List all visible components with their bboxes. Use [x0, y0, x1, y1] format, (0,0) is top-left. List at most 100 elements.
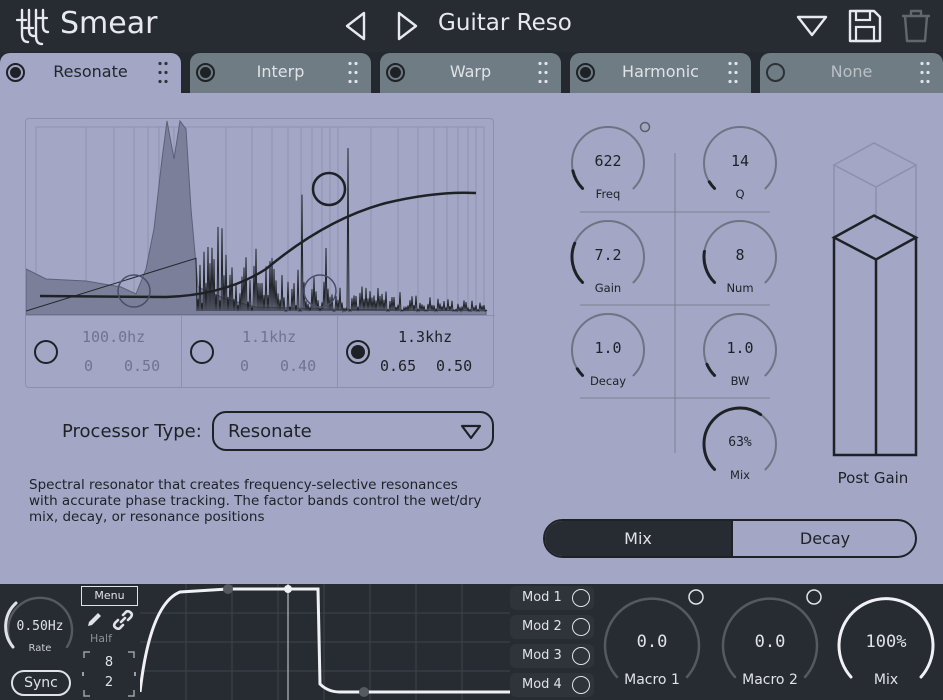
mod-1-target[interactable] — [572, 589, 590, 607]
mod-1-label: Mod 1 — [522, 590, 562, 605]
bw-value: 1.0 — [726, 339, 754, 357]
mod-3-target[interactable] — [572, 647, 590, 665]
macro-1-label: Macro 1 — [624, 672, 680, 688]
gain-value: 7.2 — [594, 246, 622, 264]
bw-knob[interactable]: 1.0 BW — [700, 310, 780, 390]
mod-2-label: Mod 2 — [522, 619, 562, 634]
processor-type-label: Processor Type: — [62, 421, 202, 442]
band-1-v1[interactable]: 0 — [84, 357, 93, 375]
drag-handle-icon[interactable] — [919, 59, 931, 87]
mod-3-label: Mod 3 — [522, 648, 562, 663]
mix-label: Mix — [730, 468, 750, 482]
band-1[interactable]: 100.0hz 0 0.50 — [26, 315, 182, 387]
tab-label: Harmonic — [622, 62, 699, 81]
band-2-freq[interactable]: 1.1khz — [242, 328, 296, 346]
bottom-bar: 0.50Hz Rate Sync Menu Half 8 2 Mod 1 Mod… — [0, 584, 943, 700]
freq-knob[interactable]: 622 Freq — [568, 123, 648, 203]
header-bar: Smear Guitar Reso — [0, 0, 943, 52]
tab-interp[interactable]: Interp — [190, 53, 371, 93]
macro-1-value: 0.0 — [636, 632, 668, 652]
macro-2-value: 0.0 — [754, 632, 786, 652]
processor-type-select[interactable]: Resonate — [212, 411, 494, 451]
processor-description: Spectral resonator that creates frequenc… — [29, 477, 482, 525]
mod-4[interactable]: Mod 4 — [510, 673, 594, 697]
mix-decay-toggle[interactable]: Mix Decay — [543, 519, 917, 558]
preset-name[interactable]: Guitar Reso — [438, 10, 572, 36]
half-label: Half — [90, 632, 112, 645]
band-3-freq[interactable]: 1.3khz — [398, 328, 452, 346]
macro-2-knob[interactable]: 0.0 Macro 2 — [718, 584, 822, 700]
pencil-icon[interactable] — [84, 610, 104, 630]
delete-icon[interactable] — [899, 8, 933, 44]
main-panel: 100.0hz 0 0.50 1.1khz 0 0.40 1.3khz 0.65… — [0, 93, 943, 584]
band-3-v1[interactable]: 0.65 — [380, 357, 416, 375]
q-label: Q — [735, 187, 745, 201]
post-gain-level-top — [831, 214, 919, 261]
decay-label: Decay — [589, 374, 627, 388]
sync-button[interactable]: Sync — [11, 670, 71, 696]
decay-value: 1.0 — [594, 339, 622, 357]
preset-dropdown-icon[interactable] — [795, 14, 829, 38]
band-2-v1[interactable]: 0 — [240, 357, 249, 375]
processor-type-value: Resonate — [228, 421, 312, 442]
mod-1[interactable]: Mod 1 — [510, 586, 594, 610]
prev-preset-icon[interactable] — [343, 10, 369, 42]
macro-1-knob[interactable]: 0.0 Macro 1 — [600, 584, 704, 700]
lfo-numerator[interactable]: 8 — [80, 655, 138, 670]
next-preset-icon[interactable] — [394, 10, 420, 42]
spectrum-graph[interactable] — [26, 119, 495, 315]
drag-handle-icon[interactable] — [347, 59, 359, 87]
lfo-menu-button[interactable]: Menu — [81, 586, 138, 606]
band-2-select[interactable] — [190, 340, 214, 364]
drag-handle-icon[interactable] — [537, 59, 549, 87]
decay-segment[interactable]: Decay — [731, 521, 915, 556]
post-gain-level-body — [832, 237, 918, 457]
band-2-v2[interactable]: 0.40 — [280, 357, 316, 375]
band-2[interactable]: 1.1khz 0 0.40 — [182, 315, 338, 387]
tab-resonate[interactable]: Resonate — [0, 53, 181, 95]
num-knob[interactable]: 8 Num — [700, 217, 780, 297]
band-1-freq[interactable]: 100.0hz — [82, 328, 145, 346]
lfo-rate-knob[interactable]: 0.50Hz Rate — [0, 584, 80, 668]
band-1-v2[interactable]: 0.50 — [124, 357, 160, 375]
bw-label: BW — [730, 374, 750, 388]
macro-2-label: Macro 2 — [742, 672, 798, 688]
gain-knob[interactable]: 7.2 Gain — [568, 217, 648, 297]
save-icon[interactable] — [847, 8, 883, 44]
tab-label: Resonate — [53, 62, 128, 81]
mod-2[interactable]: Mod 2 — [510, 615, 594, 639]
lfo-denominator[interactable]: 2 — [80, 675, 138, 690]
drag-handle-icon[interactable] — [727, 59, 739, 87]
spectrum-display[interactable]: 100.0hz 0 0.50 1.1khz 0 0.40 1.3khz 0.65… — [25, 118, 495, 388]
post-gain-meter[interactable] — [830, 141, 920, 471]
mix-value: 63% — [728, 435, 752, 450]
freq-value: 622 — [594, 152, 622, 170]
band-2-handle — [303, 274, 337, 308]
mix-macro-label: Mix — [873, 672, 899, 688]
lfo-rate-value: 0.50Hz — [16, 619, 64, 634]
q-knob[interactable]: 14 Q — [700, 123, 780, 203]
band-3-v2[interactable]: 0.50 — [436, 357, 472, 375]
link-icon[interactable] — [112, 610, 134, 630]
lfo-curve-editor[interactable] — [140, 584, 510, 700]
band-1-select[interactable] — [34, 340, 58, 364]
drag-handle-icon[interactable] — [157, 59, 169, 87]
mod-4-target[interactable] — [572, 676, 590, 694]
mix-segment[interactable]: Mix — [545, 521, 731, 556]
knob-level-arc — [571, 169, 585, 190]
decay-knob[interactable]: 1.0 Decay — [568, 310, 648, 390]
mix-knob[interactable]: 63% Mix — [700, 404, 780, 484]
band-3-select[interactable] — [346, 340, 370, 364]
tab-warp[interactable]: Warp — [380, 53, 561, 93]
tab-none[interactable]: None — [760, 53, 943, 93]
mod-4-label: Mod 4 — [522, 677, 562, 692]
q-value: 14 — [730, 152, 750, 170]
band-3[interactable]: 1.3khz 0.65 0.50 — [338, 315, 495, 387]
mod-3[interactable]: Mod 3 — [510, 644, 594, 668]
num-label: Num — [726, 281, 754, 295]
tab-harmonic[interactable]: Harmonic — [570, 53, 751, 93]
time-signature[interactable]: 8 2 — [80, 650, 138, 698]
lfo-rate-label: Rate — [28, 643, 52, 654]
mix-macro-knob[interactable]: 100% Mix — [834, 584, 938, 700]
mod-2-target[interactable] — [572, 618, 590, 636]
